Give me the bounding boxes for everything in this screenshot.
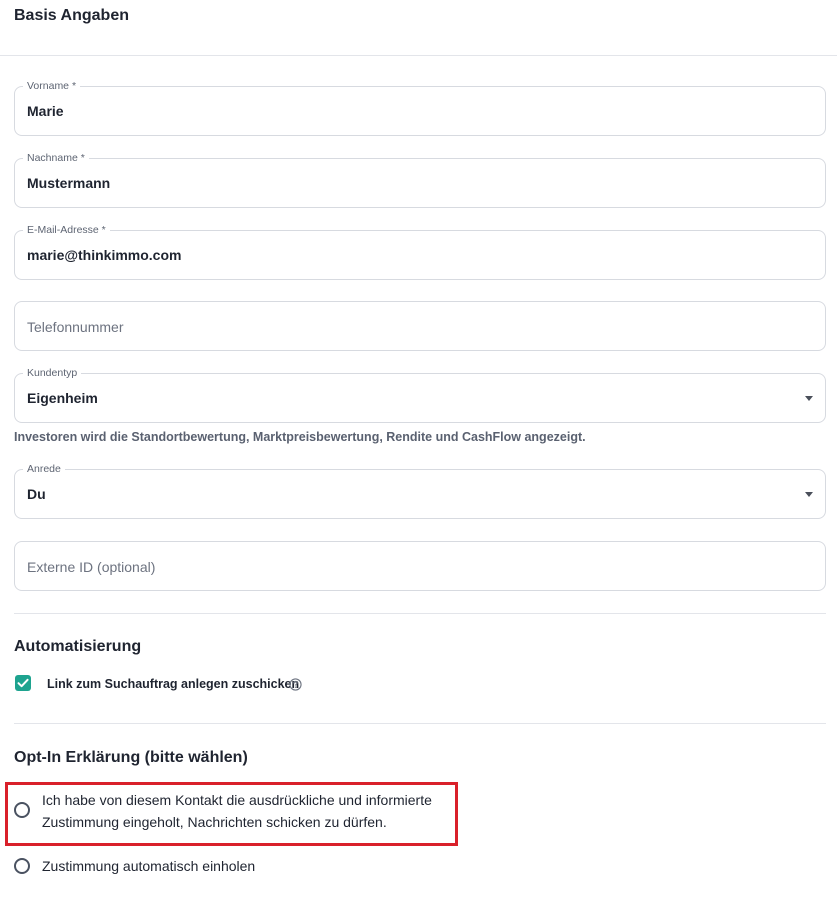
section-header: Basis Angaben [0,0,837,56]
last-name-label: Nachname * [23,151,89,165]
optin-option-auto-radio[interactable] [14,858,30,874]
phone-field[interactable]: Telefonnummer [14,301,826,351]
optin-title: Opt-In Erklärung (bitte wählen) [14,749,248,766]
phone-placeholder: Telefonnummer [27,319,124,335]
section-title-basis: Basis Angaben [14,7,129,24]
check-icon [17,678,29,688]
optin-option-explicit-radio[interactable] [14,802,30,818]
external-id-field[interactable]: Externe ID (optional) [14,541,826,591]
send-search-link-label: Link zum Suchauftrag anlegen zuschicken [47,677,300,691]
divider [14,723,826,724]
help-circle-icon[interactable] [289,678,302,691]
first-name-value: Marie [27,103,64,119]
optin-option-auto-label[interactable]: Zustimmung automatisch einholen [42,855,255,877]
email-label: E-Mail-Adresse * [23,223,110,237]
customer-type-value: Eigenheim [27,390,98,406]
last-name-field[interactable]: Nachname * Mustermann [14,151,826,208]
divider [14,613,826,614]
external-id-placeholder: Externe ID (optional) [27,559,156,575]
optin-option-explicit-line2: Zustimmung eingeholt, Nachrichten schick… [42,814,387,830]
optin-option-explicit-line1: Ich habe von diesem Kontakt die ausdrück… [42,792,432,808]
customer-type-select[interactable]: Kundentyp Eigenheim [14,366,826,423]
salutation-label: Anrede [23,462,65,476]
last-name-value: Mustermann [27,175,111,191]
automation-title: Automatisierung [14,638,142,655]
email-field[interactable]: E-Mail-Adresse * marie@thinkimmo.com [14,223,826,280]
optin-option-explicit-label[interactable]: Ich habe von diesem Kontakt die ausdrück… [42,789,432,833]
email-value: marie@thinkimmo.com [27,247,182,263]
salutation-select[interactable]: Anrede Du [14,462,826,519]
salutation-value: Du [27,486,46,502]
first-name-label: Vorname * [23,79,81,93]
customer-type-helper-text: Investoren wird die Standortbewertung, M… [14,430,586,444]
send-search-link-checkbox[interactable] [15,675,31,691]
chevron-down-icon[interactable] [805,396,813,401]
chevron-down-icon[interactable] [805,492,813,497]
first-name-field[interactable]: Vorname * Marie [14,79,826,136]
customer-type-label: Kundentyp [23,366,82,380]
